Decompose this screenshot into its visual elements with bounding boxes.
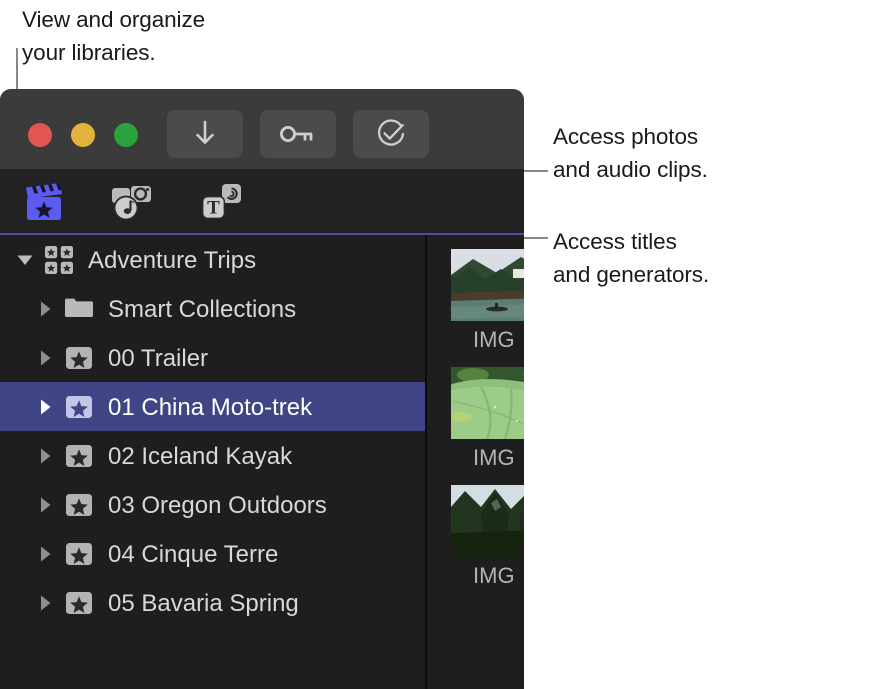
clip-thumbnail-river-karst[interactable] [451, 249, 524, 321]
browser-clip-item[interactable]: IMG [451, 485, 524, 589]
sidebar-row-label: Smart Collections [108, 295, 297, 323]
clip-label: IMG [473, 563, 515, 588]
clip-label: IMG [473, 327, 515, 352]
disclosure-triangle-right-icon[interactable] [32, 296, 58, 322]
sidebar-row-label: 05 Bavaria Spring [108, 589, 299, 617]
disclosure-triangle-right-icon[interactable] [32, 443, 58, 469]
sidebar-row-label: 04 Cinque Terre [108, 540, 279, 568]
clapperboard-star-icon [22, 181, 66, 223]
event-star-icon [64, 392, 94, 422]
keywords-button[interactable] [260, 110, 336, 158]
disclosure-triangle-right-icon[interactable] [32, 394, 58, 420]
key-icon [278, 122, 318, 146]
callout-photos: Access photos and audio clips. [553, 124, 708, 182]
check-circle-icon [376, 119, 406, 149]
event-star-icon [64, 588, 94, 618]
clip-browser[interactable]: IMG IMG IMG [429, 235, 524, 689]
disclosure-triangle-right-icon[interactable] [32, 345, 58, 371]
sidebar-row-02-iceland-kayak[interactable]: 02 Iceland Kayak [0, 431, 425, 480]
application-window: T Adventure Trips Smart Collections 00 T… [0, 89, 524, 689]
clip-label: IMG [473, 445, 515, 470]
sidebar-row-01-china-moto-trek[interactable]: 01 China Moto-trek [0, 382, 425, 431]
sidebar-row-smart-collections[interactable]: Smart Collections [0, 284, 425, 333]
sidebar-row-label: Adventure Trips [88, 246, 257, 274]
sidebar-row-label: 01 China Moto-trek [108, 393, 313, 421]
browser-tab-bar: T [0, 169, 524, 235]
window-content: Adventure Trips Smart Collections 00 Tra… [0, 235, 524, 689]
callout-libraries: View and organize your libraries. [22, 7, 206, 65]
minimize-window-button[interactable] [71, 123, 95, 147]
clip-thumbnail-lotus-leaf[interactable] [451, 367, 524, 439]
download-arrow-icon [193, 120, 217, 148]
library-grid-icon [44, 245, 74, 275]
disclosure-triangle-right-icon[interactable] [32, 590, 58, 616]
disclosure-triangle-right-icon[interactable] [32, 541, 58, 567]
svg-text:T: T [207, 198, 220, 219]
analyze-and-fix-button[interactable] [353, 110, 429, 158]
tab-titles-and-generators[interactable]: T [196, 177, 248, 227]
sidebar-row-04-cinque-terre[interactable]: 04 Cinque Terre [0, 529, 425, 578]
photos-audio-icon [109, 180, 157, 224]
browser-clip-item[interactable]: IMG [451, 249, 524, 353]
sidebar-row-00-trailer[interactable]: 00 Trailer [0, 333, 425, 382]
sidebar-row-03-oregon-outdoors[interactable]: 03 Oregon Outdoors [0, 480, 425, 529]
sidebar-row-label: 02 Iceland Kayak [108, 442, 293, 470]
sidebar-row-label: 00 Trailer [108, 344, 209, 372]
event-star-icon [64, 539, 94, 569]
event-star-icon [64, 441, 94, 471]
tab-libraries[interactable] [18, 177, 70, 227]
folder-icon [64, 294, 94, 324]
callout-titles: Access titles and generators. [553, 229, 710, 287]
sidebar-row-adventure-trips[interactable]: Adventure Trips [0, 235, 425, 284]
zoom-window-button[interactable] [114, 123, 138, 147]
browser-clip-item[interactable]: IMG [451, 367, 524, 471]
disclosure-triangle-right-icon[interactable] [32, 492, 58, 518]
tab-photos-and-audio[interactable] [107, 177, 159, 227]
event-star-icon [64, 490, 94, 520]
window-toolbar [0, 89, 524, 169]
close-window-button[interactable] [28, 123, 52, 147]
sidebar-row-label: 03 Oregon Outdoors [108, 491, 327, 519]
import-media-button[interactable] [167, 110, 243, 158]
event-star-icon [64, 343, 94, 373]
titles-generators-icon: T [198, 180, 246, 224]
disclosure-triangle-down-icon[interactable] [12, 247, 38, 273]
libraries-sidebar[interactable]: Adventure Trips Smart Collections 00 Tra… [0, 235, 427, 689]
sidebar-row-05-bavaria-spring[interactable]: 05 Bavaria Spring [0, 578, 425, 627]
clip-thumbnail-karst-cliff[interactable] [451, 485, 524, 557]
